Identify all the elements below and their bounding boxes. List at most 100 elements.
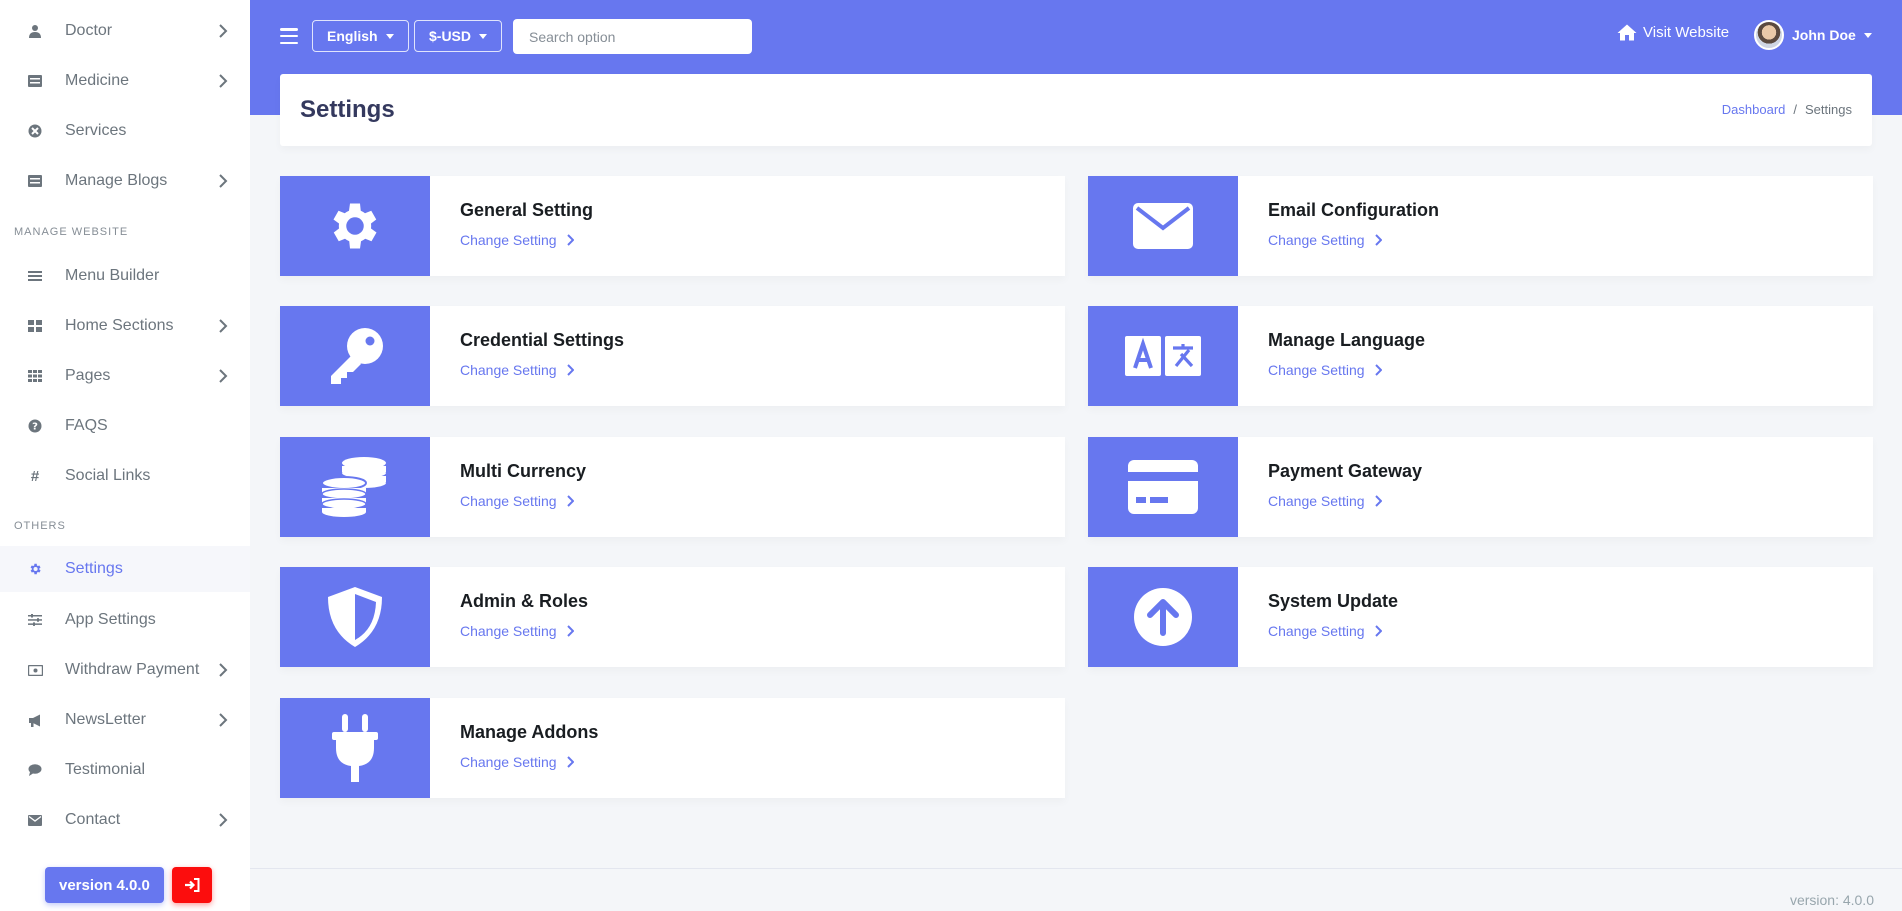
sidebar-item-newsletter[interactable]: NewsLetter <box>0 697 250 743</box>
gear-icon <box>27 561 43 577</box>
sidebar-item-label: Medicine <box>65 72 130 89</box>
sidebar-footer: version 4.0.0 <box>45 867 212 903</box>
caret-down-icon <box>385 33 394 39</box>
envelope-icon <box>27 812 43 828</box>
hamburger-menu-icon[interactable] <box>280 26 298 46</box>
card-icon-box <box>1088 567 1238 667</box>
chevron-right-icon <box>1374 625 1382 637</box>
sidebar-item-medicine[interactable]: Medicine <box>0 58 250 104</box>
card-title: Email Configuration <box>1268 200 1439 220</box>
card-title: System Update <box>1268 591 1399 611</box>
sidebar-item-services[interactable]: Services <box>0 108 250 154</box>
card-title: Admin & Roles <box>460 591 589 611</box>
link-label: Change Setting <box>460 493 557 509</box>
card-admin-roles[interactable]: Admin & Roles Change Setting <box>280 567 1065 667</box>
card-title: Payment Gateway <box>1268 461 1423 481</box>
change-setting-link[interactable]: Change Setting <box>460 362 574 378</box>
language-value: English <box>327 28 378 44</box>
card-title: General Setting <box>460 200 594 220</box>
card-icon-box <box>280 176 430 276</box>
sidebar-item-label: Services <box>65 122 127 139</box>
services-icon <box>27 123 43 139</box>
plug-icon <box>332 714 378 782</box>
sidebar-item-manage-blogs[interactable]: Manage Blogs <box>0 158 250 204</box>
page-footer: version: 4.0.0 <box>250 868 1902 911</box>
user-menu[interactable]: John Doe <box>1754 20 1872 50</box>
sidebar-section-header: OTHERS <box>14 520 66 532</box>
currency-dropdown[interactable]: $-USD <box>414 20 503 52</box>
sidebar-item-contact[interactable]: Contact <box>0 797 250 843</box>
sidebar-item-label: Social Links <box>65 467 151 484</box>
card-icon-box <box>280 437 430 537</box>
chevron-right-icon <box>566 495 574 507</box>
sidebar: Doctor Medicine Services Manage Blogs MA… <box>0 0 250 911</box>
sidebar-item-label: App Settings <box>65 611 156 628</box>
card-general-setting[interactable]: General Setting Change Setting <box>280 176 1065 276</box>
card-icon-box <box>1088 306 1238 406</box>
sidebar-item-app-settings[interactable]: App Settings <box>0 597 250 643</box>
card-manage-addons[interactable]: Manage Addons Change Setting <box>280 698 1065 798</box>
change-setting-link[interactable]: Change Setting <box>1268 493 1382 509</box>
card-credential-settings[interactable]: Credential Settings Change Setting <box>280 306 1065 406</box>
change-setting-link[interactable]: Change Setting <box>1268 362 1382 378</box>
gear-icon <box>333 203 377 249</box>
sidebar-item-social-links[interactable]: # Social Links <box>0 453 250 499</box>
search-input[interactable] <box>513 19 752 54</box>
chevron-right-icon <box>566 234 574 246</box>
sidebar-item-settings[interactable]: Settings <box>0 546 250 592</box>
logout-button[interactable] <box>171 867 212 903</box>
key-icon <box>331 328 383 384</box>
link-label: Change Setting <box>460 754 557 770</box>
sidebar-item-label: Withdraw Payment <box>65 661 200 678</box>
chevron-right-icon <box>1374 234 1382 246</box>
sidebar-item-faqs[interactable]: ? FAQS <box>0 403 250 449</box>
megaphone-icon <box>27 712 43 728</box>
sidebar-item-withdraw-payment[interactable]: Withdraw Payment <box>0 647 250 693</box>
language-dropdown[interactable]: English <box>312 20 409 52</box>
svg-text:?: ? <box>32 422 38 433</box>
card-title: Credential Settings <box>460 330 625 350</box>
sidebar-item-label: Menu Builder <box>65 267 160 284</box>
card-icon-box <box>280 306 430 406</box>
sign-out-icon <box>184 878 200 892</box>
link-label: Change Setting <box>460 232 557 248</box>
sidebar-item-menu-builder[interactable]: Menu Builder <box>0 253 250 299</box>
chevron-right-icon <box>219 74 228 88</box>
chevron-right-icon <box>219 713 228 727</box>
sidebar-item-doctor[interactable]: Doctor <box>0 8 250 54</box>
breadcrumb-dashboard[interactable]: Dashboard <box>1722 102 1786 117</box>
sidebar-item-testimonial[interactable]: Testimonial <box>0 747 250 793</box>
sidebar-item-pages[interactable]: Pages <box>0 353 250 399</box>
language-icon <box>1125 336 1201 376</box>
blog-icon <box>27 173 43 189</box>
sidebar-item-home-sections[interactable]: Home Sections <box>0 303 250 349</box>
shield-icon <box>328 587 382 647</box>
avatar <box>1754 20 1784 50</box>
card-manage-language[interactable]: Manage Language Change Setting <box>1088 306 1873 406</box>
doctor-icon <box>27 23 43 39</box>
chevron-right-icon <box>219 174 228 188</box>
version-button[interactable]: version 4.0.0 <box>45 867 164 903</box>
visit-website-link[interactable]: Visit Website <box>1617 24 1729 41</box>
change-setting-link[interactable]: Change Setting <box>460 493 574 509</box>
sliders-icon <box>27 612 43 628</box>
card-title: Manage Addons <box>460 722 599 742</box>
caret-down-icon <box>1863 32 1872 38</box>
sidebar-item-label: FAQS <box>65 417 108 434</box>
visit-website-label: Visit Website <box>1643 24 1730 41</box>
chevron-right-icon <box>219 369 228 383</box>
change-setting-link[interactable]: Change Setting <box>1268 623 1382 639</box>
user-name: John Doe <box>1792 27 1856 43</box>
change-setting-link[interactable]: Change Setting <box>460 754 574 770</box>
page-header: Settings Dashboard / Settings <box>280 74 1872 146</box>
card-multi-currency[interactable]: Multi Currency Change Setting <box>280 437 1065 537</box>
change-setting-link[interactable]: Change Setting <box>460 623 574 639</box>
card-system-update[interactable]: System Update Change Setting <box>1088 567 1873 667</box>
card-payment-gateway[interactable]: Payment Gateway Change Setting <box>1088 437 1873 537</box>
link-label: Change Setting <box>1268 362 1365 378</box>
change-setting-link[interactable]: Change Setting <box>460 232 574 248</box>
card-icon-box <box>280 698 430 798</box>
card-email-configuration[interactable]: Email Configuration Change Setting <box>1088 176 1873 276</box>
bars-icon <box>27 268 43 284</box>
change-setting-link[interactable]: Change Setting <box>1268 232 1382 248</box>
